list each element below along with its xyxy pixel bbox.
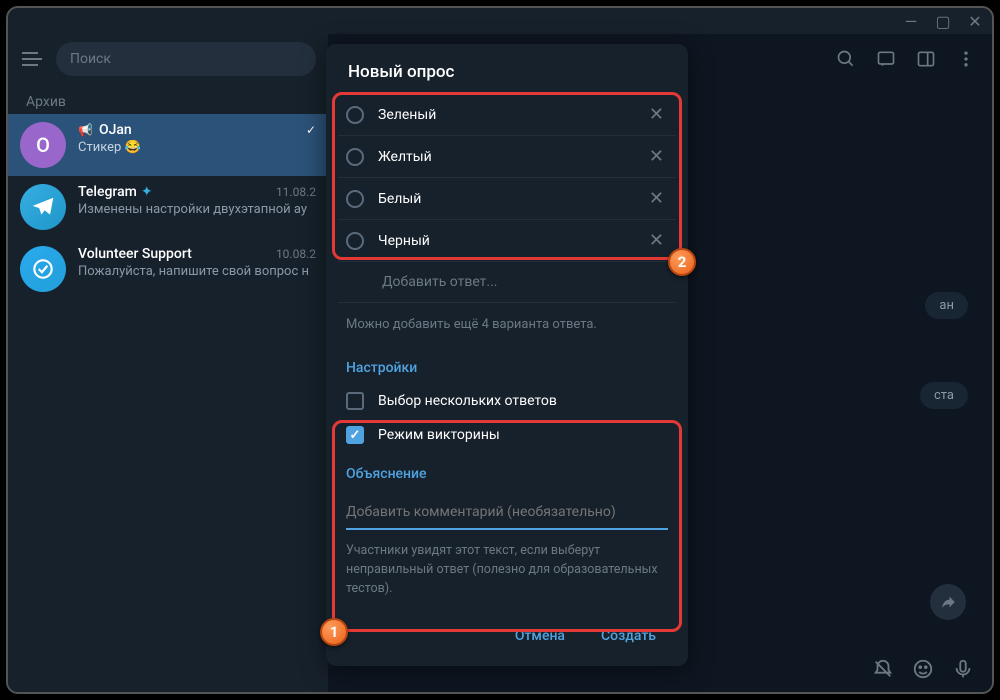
speaker-icon: 📢: [78, 123, 93, 137]
sidebar: Поиск Архив O 📢 OJan ✓ Стикер 😂: [8, 34, 328, 692]
checkbox-icon[interactable]: [346, 426, 364, 444]
add-option-input[interactable]: Добавить ответ...: [338, 262, 676, 303]
chat-item[interactable]: Volunteer Support 10.08.2 Пожалуйста, на…: [8, 238, 328, 300]
minimize-button[interactable]: —: [904, 14, 918, 28]
chat-name: Volunteer Support: [78, 246, 192, 262]
avatar: [20, 246, 66, 292]
new-poll-modal: Новый опрос Зеленый ✕ Желтый ✕ Белый ✕ Ч…: [326, 44, 688, 666]
menu-icon[interactable]: [20, 51, 44, 67]
chat-item[interactable]: O 📢 OJan ✓ Стикер 😂: [8, 114, 328, 176]
multiple-answers-checkbox-row[interactable]: Выбор нескольких ответов: [326, 384, 688, 418]
search-input[interactable]: Поиск: [56, 42, 316, 76]
radio-icon[interactable]: [346, 106, 364, 124]
mic-icon[interactable]: [952, 658, 974, 680]
annotation-badge-2: 2: [668, 248, 696, 276]
cancel-button[interactable]: Отмена: [501, 620, 579, 652]
poll-option-row[interactable]: Желтый ✕: [338, 136, 676, 178]
avatar: O: [20, 122, 66, 168]
options-hint: Можно добавить ещё 4 варианта ответа.: [326, 303, 688, 346]
poll-option-row[interactable]: Черный ✕: [338, 220, 676, 262]
option-text[interactable]: Белый: [378, 191, 645, 207]
chat-date: 10.08.2: [276, 247, 316, 261]
archive-label: Архив: [8, 84, 328, 114]
avatar: [20, 184, 66, 230]
chat-item[interactable]: Telegram ✦ 11.08.2 Изменены настройки дв…: [8, 176, 328, 238]
mute-icon[interactable]: [872, 658, 894, 680]
date-pill: ан: [925, 292, 968, 319]
window-titlebar: — ▢ ✕: [8, 8, 992, 34]
emoji-icon[interactable]: [912, 658, 934, 680]
settings-section-title: Настройки: [326, 346, 688, 384]
checkbox-icon[interactable]: [346, 392, 364, 410]
radio-icon[interactable]: [346, 190, 364, 208]
radio-icon[interactable]: [346, 148, 364, 166]
checkbox-label: Выбор нескольких ответов: [378, 393, 557, 409]
verified-icon: ✦: [141, 184, 153, 200]
create-button[interactable]: Создать: [587, 620, 670, 652]
option-text[interactable]: Желтый: [378, 149, 645, 165]
chat-name: OJan: [99, 122, 132, 138]
modal-title: Новый опрос: [326, 44, 688, 94]
comments-icon[interactable]: [876, 49, 896, 69]
remove-option-icon[interactable]: ✕: [645, 146, 668, 167]
annotation-badge-1: 1: [320, 618, 348, 646]
maximize-button[interactable]: ▢: [936, 14, 950, 28]
quiz-mode-checkbox-row[interactable]: Режим викторины: [326, 418, 688, 452]
explanation-input[interactable]: [346, 496, 668, 530]
poll-option-row[interactable]: Зеленый ✕: [338, 94, 676, 136]
share-button[interactable]: [930, 584, 966, 620]
date-pill: ста: [920, 382, 968, 409]
poll-options-list: Зеленый ✕ Желтый ✕ Белый ✕ Черный ✕: [326, 94, 688, 262]
radio-icon[interactable]: [346, 232, 364, 250]
option-text[interactable]: Черный: [378, 233, 645, 249]
search-icon[interactable]: [836, 49, 856, 69]
chat-preview: Стикер 😂: [78, 140, 316, 155]
read-check-icon: ✓: [306, 123, 316, 137]
more-icon[interactable]: [956, 49, 976, 69]
chat-date: 11.08.2: [276, 185, 316, 199]
sidepanel-icon[interactable]: [916, 49, 936, 69]
remove-option-icon[interactable]: ✕: [645, 230, 668, 251]
remove-option-icon[interactable]: ✕: [645, 188, 668, 209]
option-text[interactable]: Зеленый: [378, 107, 645, 123]
chat-name: Telegram ✦: [78, 184, 153, 200]
checkbox-label: Режим викторины: [378, 427, 500, 443]
remove-option-icon[interactable]: ✕: [645, 104, 668, 125]
chat-preview: Изменены настройки двухэтапной ау: [78, 202, 316, 217]
explanation-section-title: Объяснение: [326, 452, 688, 490]
chat-preview: Пожалуйста, напишите свой вопрос н: [78, 264, 316, 279]
poll-option-row[interactable]: Белый ✕: [338, 178, 676, 220]
explanation-hint: Участники увидят этот текст, если выберу…: [326, 530, 688, 606]
close-window-button[interactable]: ✕: [968, 14, 982, 28]
